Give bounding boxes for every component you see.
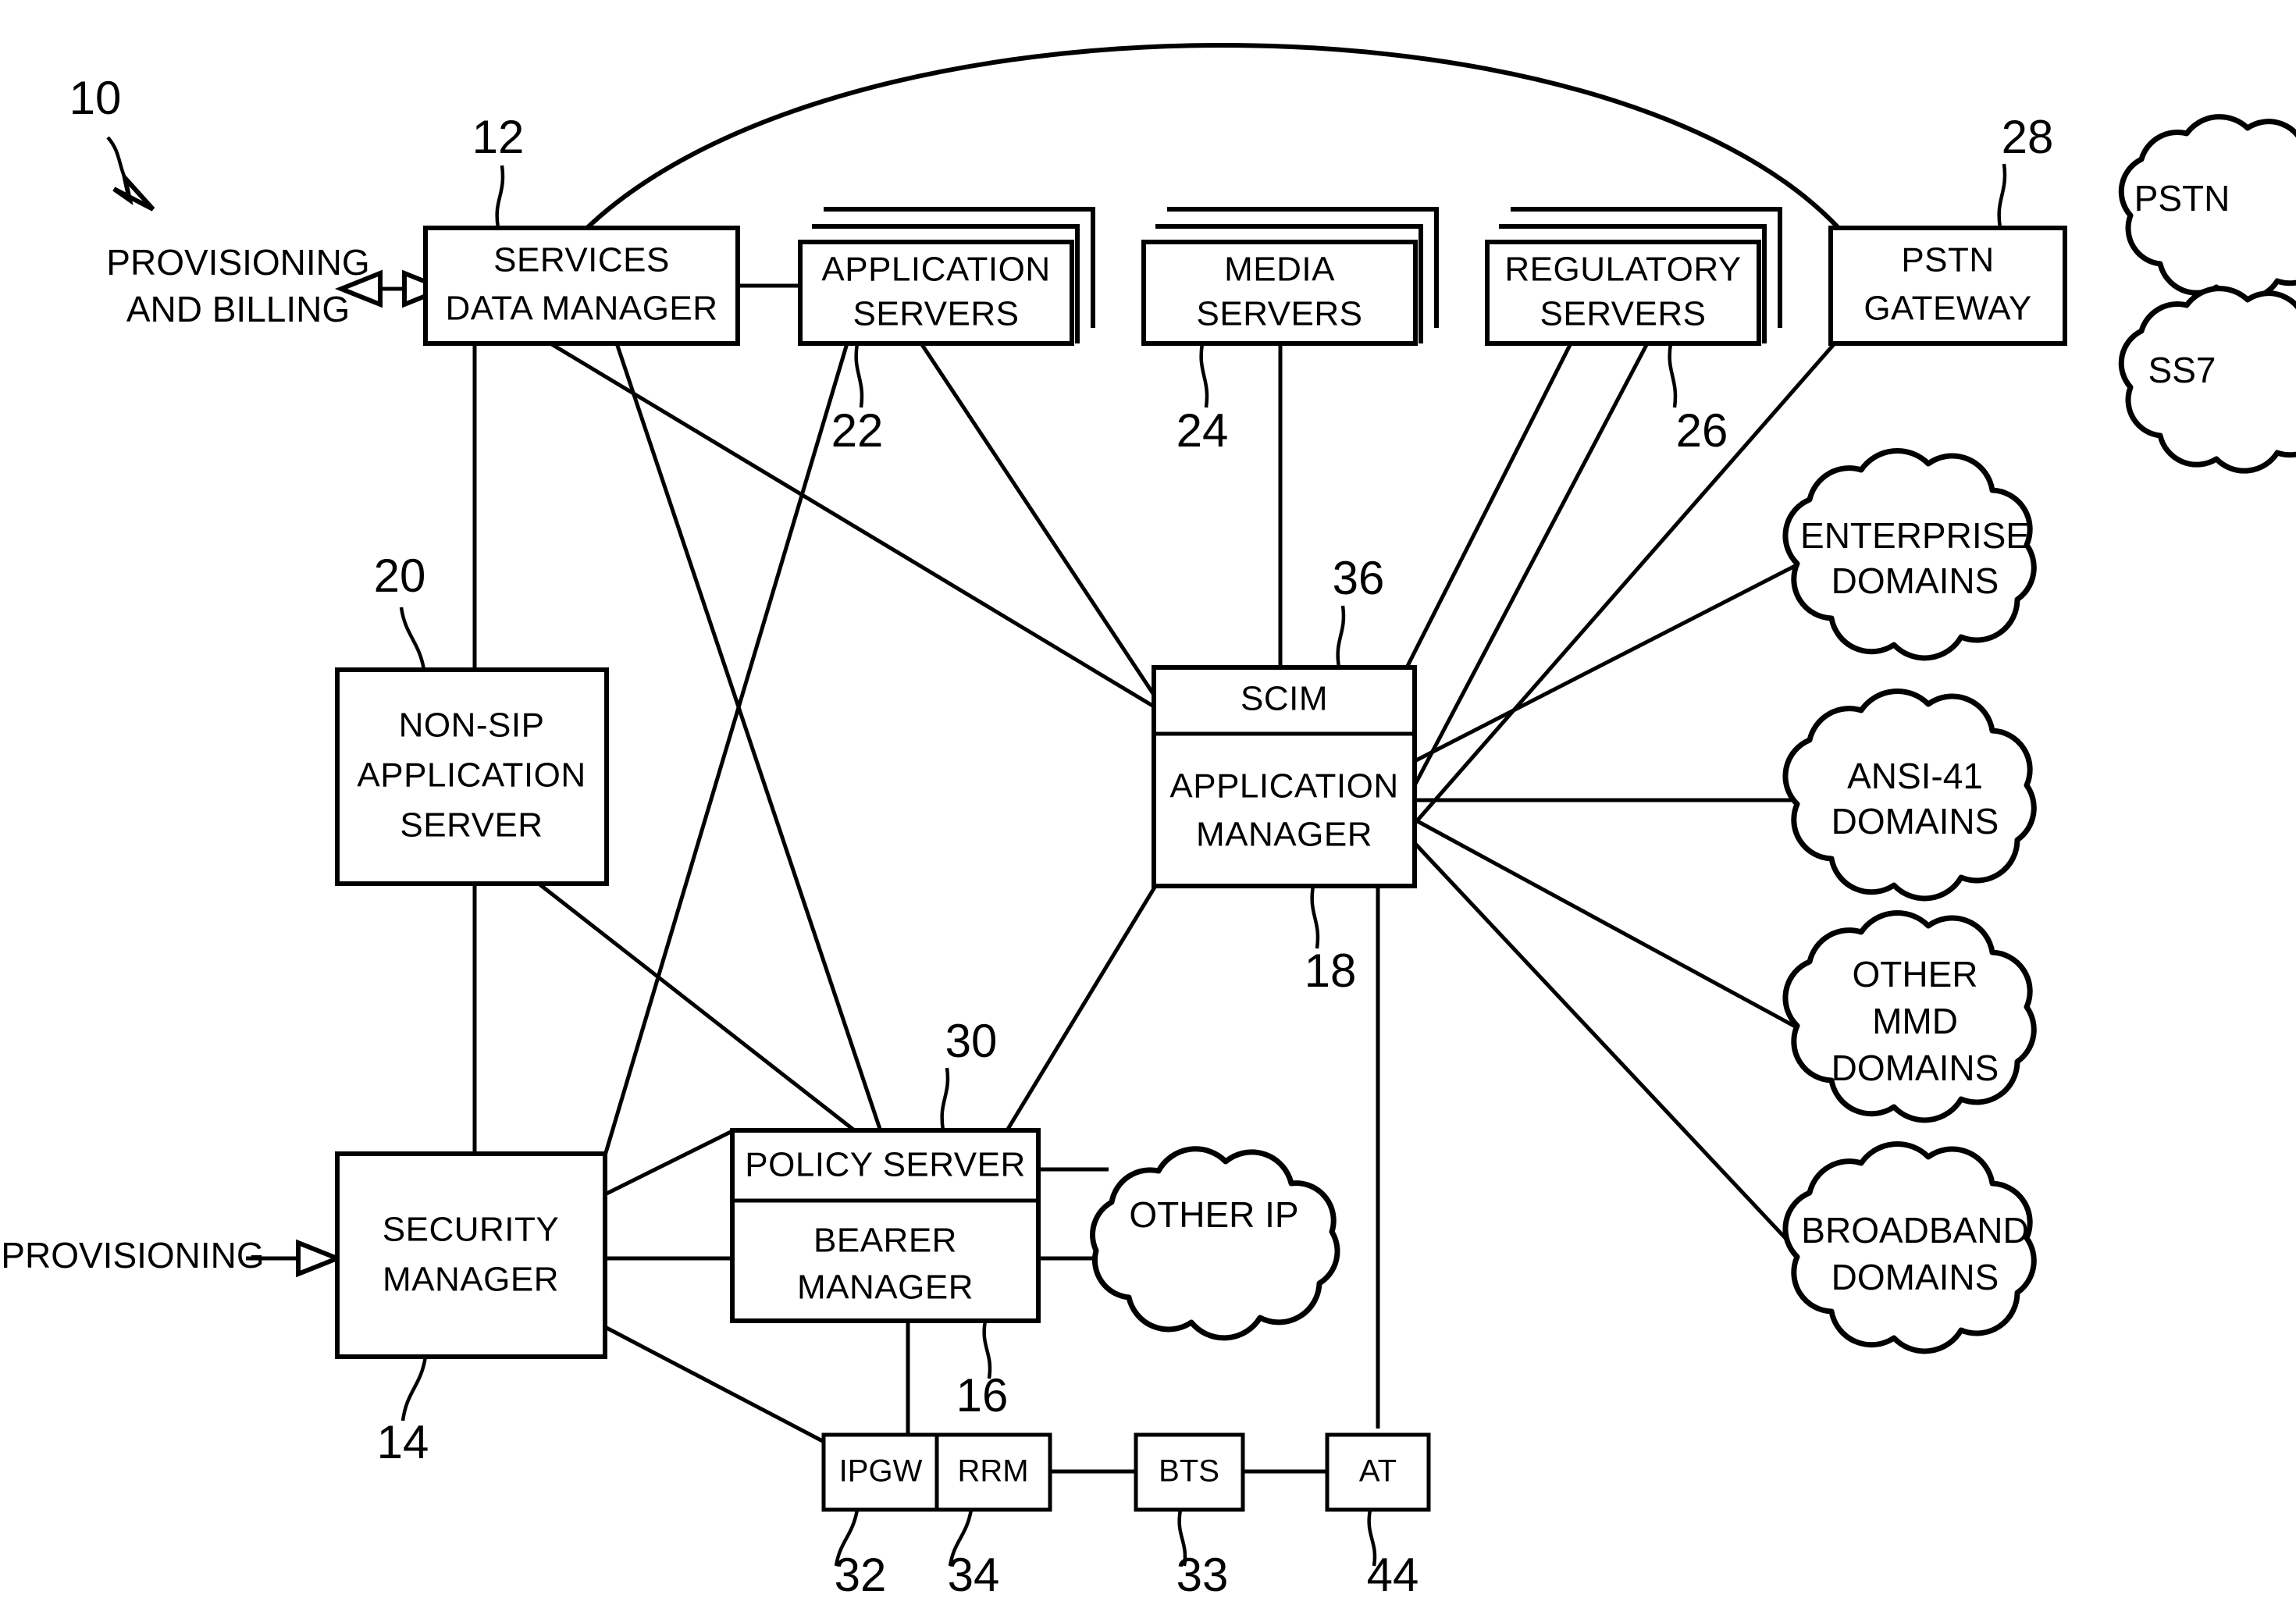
bearer-manager-label-line2: MANAGER (797, 1269, 974, 1307)
provisioning-and-billing-label-line1: PROVISIONING (106, 242, 369, 283)
figure-arrow-head (112, 169, 155, 212)
media-servers-label-line1: MEDIA (1224, 251, 1335, 289)
cloud-enterprise-domains-label-line2: DOMAINS (1831, 560, 1999, 601)
provisioning-and-billing-label-line2: AND BILLING (126, 289, 350, 329)
security-manager-label-line1: SECURITY (383, 1211, 559, 1249)
link-app-manager-to-policy-server (1005, 884, 1158, 1132)
policy-server-label: POLICY SERVER (745, 1146, 1025, 1184)
ref-numeral-20: 20 (374, 550, 426, 602)
ref-numeral-30: 30 (945, 1015, 998, 1067)
cloud-other-mmd-domains-label-line2: MMD (1872, 1001, 1958, 1041)
application-manager-label-line1: APPLICATION (1169, 767, 1398, 806)
link-app-manager-to-other-mmd-domains (1413, 817, 1801, 1031)
cloud-other-ip-label: OTHER IP (1129, 1194, 1298, 1235)
link-nonsip-to-policy-server (537, 882, 876, 1148)
non-sip-application-server-label-line1: NON-SIP (399, 706, 545, 745)
cloud-ss7-label: SS7 (2148, 350, 2216, 390)
link-application-servers-to-security-manager (603, 343, 849, 1156)
application-servers-label-line2: SERVERS (853, 295, 1020, 333)
services-data-manager-label-line2: DATA MANAGER (445, 290, 717, 328)
cloud-other-mmd-domains-label-line1: OTHER (1853, 954, 1978, 995)
ref-numeral-34: 34 (948, 1549, 1000, 1601)
regulatory-servers-label-line1: REGULATORY (1504, 251, 1741, 289)
cloud-ansi41-domains-label-line2: DOMAINS (1831, 801, 1999, 842)
ref-numeral-14: 14 (377, 1416, 429, 1468)
security-manager-label-line2: MANAGER (383, 1261, 559, 1299)
services-data-manager-label-line1: SERVICES (493, 241, 670, 279)
rrm-label: RRM (957, 1454, 1028, 1489)
cloud-ansi41-domains-label-line1: ANSI-41 (1847, 756, 1983, 796)
leader-line-24 (1199, 343, 1209, 408)
leader-line-22 (854, 343, 864, 408)
leader-line-28 (1997, 163, 2007, 229)
cloud-broadband-domains-label-line1: BROADBAND (1801, 1210, 2028, 1251)
bts-label: BTS (1159, 1454, 1219, 1489)
ref-numeral-22: 22 (831, 404, 884, 457)
ipgw-label: IPGW (839, 1454, 923, 1489)
provisioning-label: PROVISIONING (1, 1235, 264, 1276)
link-security-manager-to-policy-server (603, 1128, 735, 1197)
application-servers-label-line1: APPLICATION (821, 251, 1050, 289)
ref-numeral-12: 12 (472, 111, 525, 163)
link-sdm-to-application-manager (549, 341, 1155, 709)
scim-label: SCIM (1241, 680, 1328, 718)
cloud-other-mmd-domains-label-line3: DOMAINS (1831, 1048, 1999, 1088)
non-sip-application-server-label-line2: APPLICATION (357, 756, 586, 795)
non-sip-application-server-label-line3: SERVER (400, 806, 543, 845)
bearer-manager-label-line1: BEARER (813, 1222, 957, 1260)
pstn-gateway-label-line2: GATEWAY (1863, 290, 2031, 328)
leader-line-12 (495, 165, 505, 229)
ref-numeral-44: 44 (1367, 1549, 1419, 1601)
leader-line-14 (400, 1356, 428, 1422)
arrow-head-provisioning (296, 1239, 344, 1278)
media-servers-label-line2: SERVERS (1197, 295, 1363, 333)
link-sdm-to-pstn-gateway-arc (585, 43, 1841, 230)
ref-numeral-32: 32 (835, 1549, 887, 1601)
cloud-broadband-domains-label-line2: DOMAINS (1831, 1257, 1999, 1297)
link-security-manager-to-ipgw (603, 1325, 833, 1448)
link-regulatory-servers-to-app-manager-right (1411, 342, 1650, 790)
ref-numeral-33: 33 (1176, 1549, 1229, 1601)
ref-numeral-16: 16 (956, 1369, 1009, 1422)
cloud-pstn-label: PSTN (2134, 178, 2230, 219)
leader-line-20 (399, 607, 426, 671)
figure-canvas: SERVICES DATA MANAGER 12 APPLICATION SER… (0, 0, 2296, 1619)
leader-line-26 (1668, 343, 1678, 408)
box-security-manager[interactable] (335, 1151, 607, 1359)
leader-line-18 (1310, 885, 1320, 949)
ref-numeral-36: 36 (1333, 552, 1385, 604)
leader-line-36 (1336, 605, 1346, 668)
link-app-manager-to-enterprise-domains (1413, 561, 1801, 763)
link-application-servers-to-app-manager (919, 342, 1156, 696)
ref-numeral-24: 24 (1176, 404, 1229, 457)
leader-line-30 (940, 1067, 950, 1131)
regulatory-servers-label-line2: SERVERS (1540, 295, 1707, 333)
link-pstn-gateway-to-app-manager (1413, 342, 1836, 825)
ref-numeral-26: 26 (1676, 404, 1728, 457)
ref-numeral-10: 10 (69, 72, 122, 124)
at-label: AT (1359, 1454, 1397, 1489)
pstn-gateway-label-line1: PSTN (1901, 241, 1994, 279)
cloud-other-ip (1090, 1146, 1340, 1341)
ref-numeral-28: 28 (2002, 111, 2054, 163)
cloud-enterprise-domains-label-line1: ENTERPRISE (1800, 515, 2030, 556)
application-manager-label-line2: MANAGER (1196, 816, 1372, 854)
link-app-manager-to-broadband-domains (1413, 842, 1797, 1251)
ref-numeral-18: 18 (1305, 945, 1357, 997)
link-regulatory-servers-to-app-manager (1404, 342, 1573, 669)
